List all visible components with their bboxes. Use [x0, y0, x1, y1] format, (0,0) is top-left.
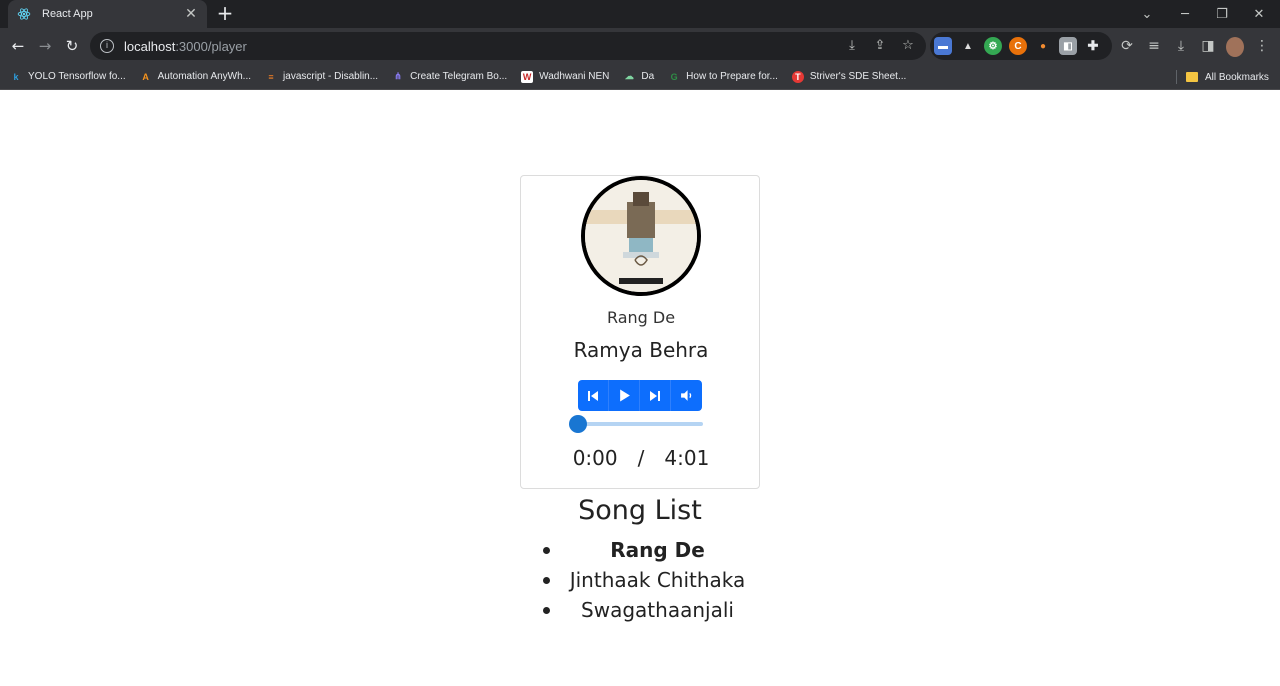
bookmark-item[interactable]: ≡ javascript - Disablin... — [265, 71, 378, 83]
skip-previous-icon — [588, 390, 598, 401]
sync-icon[interactable]: ⟳ — [1118, 36, 1136, 56]
site-info-icon[interactable]: i — [100, 39, 114, 53]
bookmark-label: javascript - Disablin... — [283, 71, 379, 82]
volume-button[interactable] — [671, 380, 702, 411]
bookmark-star-icon[interactable]: ☆ — [900, 38, 916, 53]
bookmark-label: Da — [641, 71, 655, 82]
music-player-card: Rang De Ramya Behra 0:00 / 4:01 — [520, 175, 760, 489]
song-list-item[interactable]: Jinthaak Chithaka — [540, 565, 760, 595]
brain-icon: ☁ — [624, 71, 634, 81]
bookmark-item[interactable]: A Automation AnyWh... — [140, 71, 251, 83]
new-tab-button[interactable]: + — [215, 3, 235, 24]
next-button[interactable] — [640, 380, 671, 411]
stackoverflow-icon: ≡ — [268, 71, 274, 82]
extension-icon[interactable]: ▬ — [934, 37, 952, 55]
tab-react-app[interactable]: React App ✕ — [8, 0, 207, 28]
song-list-item[interactable]: Swagathaanjali — [540, 595, 760, 625]
bookmark-item[interactable]: ⋔ Create Telegram Bo... — [392, 71, 507, 83]
install-app-icon[interactable]: ⤓ — [844, 38, 860, 53]
bookmarks-bar: k YOLO Tensorflow fo... A Automation AnyWh… — [0, 64, 1280, 90]
song-name: Rang De — [610, 538, 705, 562]
menu-icon[interactable]: ⋮ — [1253, 36, 1271, 56]
drive-extension-icon[interactable]: ▲ — [959, 37, 977, 55]
forward-button[interactable]: → — [35, 36, 55, 56]
profile-avatar[interactable] — [1226, 37, 1244, 57]
wadhwani-icon: W — [521, 70, 534, 83]
bookmark-label: Striver's SDE Sheet... — [809, 71, 907, 82]
all-bookmarks-label: All Bookmarks — [1205, 71, 1269, 83]
restore-button[interactable]: ❐ — [1203, 0, 1241, 28]
bookmark-item[interactable]: W Wadhwani NEN — [521, 70, 610, 83]
song-title: Rang De — [606, 308, 676, 327]
bookmark-label: Create Telegram Bo... — [410, 71, 508, 82]
bookmark-item[interactable]: G How to Prepare for... — [668, 71, 778, 83]
bookmark-label: Automation AnyWh... — [157, 71, 252, 82]
reload-button[interactable]: ↻ — [62, 36, 82, 56]
previous-button[interactable] — [578, 380, 609, 411]
close-tab-icon[interactable]: ✕ — [183, 6, 199, 22]
tab-search-icon[interactable]: ⌄ — [1128, 0, 1166, 28]
folder-icon — [1186, 72, 1198, 82]
time-display: 0:00 / 4:01 — [521, 446, 761, 470]
seek-slider[interactable] — [569, 414, 703, 434]
album-art — [581, 176, 701, 296]
current-time: 0:00 — [572, 446, 618, 470]
song-name: Swagathaanjali — [581, 598, 734, 622]
duration: 4:01 — [664, 446, 710, 470]
url-path: :3000/player — [175, 38, 247, 54]
seek-thumb[interactable] — [569, 415, 587, 433]
song-list-item[interactable]: Rang De — [540, 535, 760, 565]
green-extension-icon[interactable]: ⚙ — [984, 37, 1002, 55]
close-window-button[interactable]: ✕ — [1240, 0, 1278, 28]
song-name: Jinthaak Chithaka — [569, 568, 746, 592]
song-list-title: Song List — [578, 495, 702, 526]
song-list: Rang De Jinthaak Chithaka Swagathaanjali — [540, 535, 760, 625]
automation-anywhere-icon: A — [142, 71, 149, 82]
artist-name: Ramya Behra — [573, 338, 709, 362]
bookmark-label: How to Prepare for... — [686, 71, 778, 82]
grey-extension-icon[interactable]: ◧ — [1059, 37, 1077, 55]
puzzle-icon[interactable]: ✚ — [1084, 37, 1102, 55]
bookmark-label: YOLO Tensorflow fo... — [28, 71, 126, 82]
playback-controls — [578, 380, 702, 411]
gfg-icon: G — [670, 71, 678, 82]
download-icon[interactable]: ⤓ — [1172, 36, 1190, 56]
k-icon: k — [13, 71, 19, 82]
skip-next-icon — [650, 390, 660, 401]
address-bar[interactable]: i localhost:3000/player ⤓ ⇪ ☆ — [90, 32, 926, 60]
time-separator: / — [637, 446, 645, 470]
network-icon: ⋔ — [394, 71, 402, 81]
share-icon[interactable]: ⇪ — [872, 38, 888, 53]
url-host: localhost — [124, 38, 176, 54]
tab-title: React App — [42, 8, 93, 20]
side-panel-icon[interactable]: ◨ — [1199, 36, 1217, 56]
bookmark-item[interactable]: k YOLO Tensorflow fo... — [10, 71, 126, 83]
play-icon — [619, 389, 630, 402]
all-bookmarks-button[interactable]: All Bookmarks — [1186, 64, 1269, 90]
bookmarks-divider — [1176, 70, 1177, 84]
bookmark-item[interactable]: T Striver's SDE Sheet... — [791, 70, 907, 83]
seek-track — [578, 422, 703, 426]
browser-tools: ⟳ ≡ ⤓ ◨ ⋮ — [1118, 36, 1271, 57]
browser-toolbar: ← → ↻ i localhost:3000/player ⤓ ⇪ ☆ ▬ ▲ … — [0, 28, 1280, 64]
reading-list-icon[interactable]: ≡ — [1145, 36, 1163, 56]
volume-icon — [681, 390, 692, 401]
extensions-bar: ▬ ▲ ⚙ C ● ◧ ✚ — [930, 32, 1112, 60]
react-icon — [16, 6, 32, 22]
address-bar-actions: ⤓ ⇪ ☆ — [844, 38, 916, 53]
bookmark-label: Wadhwani NEN — [539, 71, 610, 82]
tab-strip: React App ✕ + ⌄ ─ ❐ ✕ — [0, 0, 1280, 28]
back-button[interactable]: ← — [8, 36, 28, 56]
minimize-button[interactable]: ─ — [1166, 0, 1204, 28]
fox-extension-icon[interactable]: ● — [1034, 37, 1052, 55]
tuf-icon: T — [791, 70, 804, 83]
play-button[interactable] — [609, 380, 640, 411]
bookmark-item[interactable]: ☁ Da — [623, 71, 654, 83]
c-extension-icon[interactable]: C — [1009, 37, 1027, 55]
